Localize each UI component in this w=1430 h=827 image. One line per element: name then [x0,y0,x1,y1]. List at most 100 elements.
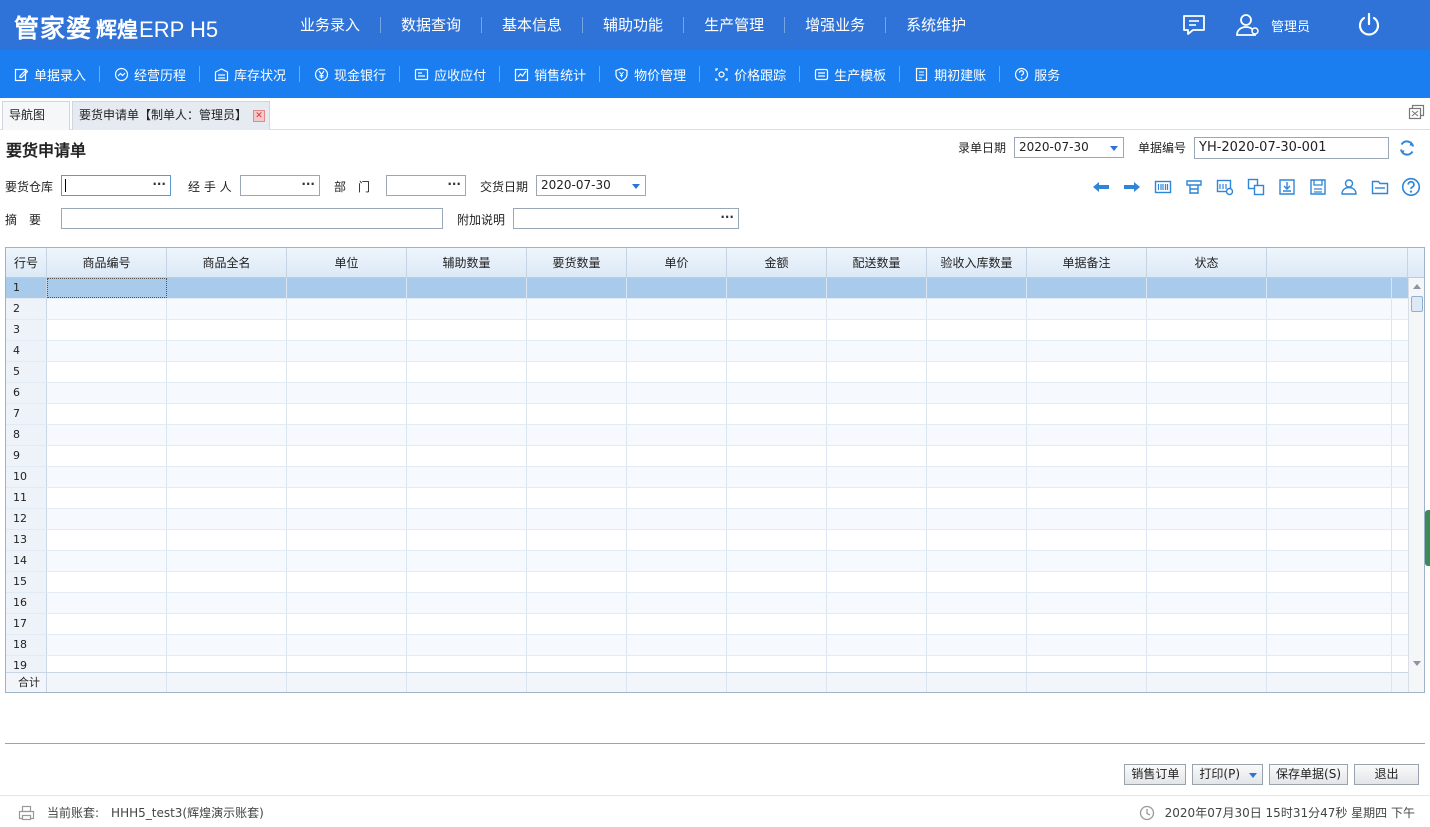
refresh-icon[interactable] [1398,139,1416,157]
exit-button[interactable]: 退出 [1354,764,1419,785]
table-cell[interactable] [1027,614,1147,634]
table-cell[interactable] [827,278,927,298]
table-cell[interactable] [1027,509,1147,529]
toolbar-item-price-tracking[interactable]: 价格跟踪 [700,66,801,84]
table-cell[interactable] [287,425,407,445]
table-cell[interactable] [167,404,287,424]
table-cell[interactable] [167,278,287,298]
table-cell[interactable] [167,593,287,613]
table-cell[interactable] [167,614,287,634]
user-select-button[interactable] [1333,176,1364,198]
table-cell[interactable] [47,320,167,340]
table-cell[interactable] [1267,593,1392,613]
table-cell[interactable] [167,299,287,319]
table-cell[interactable] [927,614,1027,634]
next-button[interactable] [1116,176,1147,198]
table-cell[interactable] [1147,635,1267,655]
topnav-item-basic-info[interactable]: 基本信息 [481,17,582,33]
copy-button[interactable] [1240,176,1271,198]
side-panel-handle[interactable] [1425,510,1430,566]
delivery-date-select[interactable]: 2020-07-30 [536,175,646,196]
table-cell[interactable] [727,278,827,298]
table-cell[interactable] [47,383,167,403]
table-cell[interactable] [727,656,827,672]
table-cell[interactable] [287,341,407,361]
toolbar-item-service[interactable]: 服务 [1000,66,1073,84]
table-cell[interactable] [1147,362,1267,382]
table-cell[interactable] [167,467,287,487]
table-cell[interactable] [287,614,407,634]
table-row[interactable]: 9 [6,446,1408,467]
scroll-up-icon[interactable] [1413,284,1421,289]
table-cell[interactable] [527,467,627,487]
warehouse-field[interactable]: ··· [61,175,171,196]
table-cell[interactable] [407,593,527,613]
table-cell[interactable] [927,341,1027,361]
table-cell[interactable] [527,320,627,340]
table-cell[interactable] [627,530,727,550]
table-cell[interactable] [627,425,727,445]
toolbar-item-business-history[interactable]: 经营历程 [100,66,201,84]
table-cell[interactable] [1027,383,1147,403]
table-cell[interactable] [827,320,927,340]
table-cell[interactable] [167,572,287,592]
table-cell[interactable] [727,341,827,361]
table-cell[interactable] [527,530,627,550]
table-cell[interactable] [1267,509,1392,529]
table-cell[interactable] [1147,383,1267,403]
table-cell[interactable] [1267,383,1392,403]
table-cell[interactable] [1147,467,1267,487]
topnav-item-business-entry[interactable]: 业务录入 [280,17,380,33]
table-cell[interactable] [1027,320,1147,340]
table-row[interactable]: 18 [6,635,1408,656]
table-cell[interactable] [727,383,827,403]
table-cell[interactable] [1027,278,1147,298]
tab-requisition[interactable]: 要货申请单【制单人：管理员】 ✕ [72,101,270,130]
table-row[interactable]: 11 [6,488,1408,509]
table-cell[interactable] [47,362,167,382]
table-cell[interactable] [927,656,1027,672]
table-cell[interactable] [727,320,827,340]
column-header-received-qty[interactable]: 验收入库数量 [927,248,1027,278]
table-cell[interactable] [927,320,1027,340]
table-cell[interactable] [1267,341,1392,361]
table-cell[interactable] [727,446,827,466]
table-cell[interactable] [287,362,407,382]
barcode-button[interactable] [1147,176,1178,198]
table-cell[interactable] [1147,446,1267,466]
table-cell[interactable] [627,467,727,487]
table-row[interactable]: 6 [6,383,1408,404]
table-cell[interactable] [287,656,407,672]
table-cell[interactable] [1147,551,1267,571]
table-cell[interactable] [287,572,407,592]
open-folder-button[interactable] [1364,176,1395,198]
table-cell[interactable] [287,320,407,340]
table-cell[interactable] [827,551,927,571]
table-cell[interactable] [287,635,407,655]
table-cell[interactable] [727,488,827,508]
column-header-product-name[interactable]: 商品全名 [167,248,287,278]
table-cell[interactable] [927,425,1027,445]
table-cell[interactable] [1267,488,1392,508]
table-cell[interactable] [1267,404,1392,424]
table-cell[interactable] [407,509,527,529]
table-cell[interactable] [47,278,167,298]
column-header-aux-qty[interactable]: 辅助数量 [407,248,527,278]
table-cell[interactable] [287,278,407,298]
table-cell[interactable] [47,635,167,655]
table-cell[interactable] [727,404,827,424]
table-cell[interactable] [287,383,407,403]
table-cell[interactable] [527,572,627,592]
table-cell[interactable] [827,299,927,319]
table-cell[interactable] [627,320,727,340]
import-button[interactable] [1271,176,1302,198]
table-cell[interactable] [287,488,407,508]
table-cell[interactable] [47,530,167,550]
table-cell[interactable] [927,299,1027,319]
table-cell[interactable] [727,551,827,571]
table-cell[interactable] [167,488,287,508]
save-document-button[interactable]: 保存单据(S) [1269,764,1348,785]
table-cell[interactable] [1027,551,1147,571]
table-cell[interactable] [47,488,167,508]
more-icon[interactable]: ··· [152,175,166,194]
